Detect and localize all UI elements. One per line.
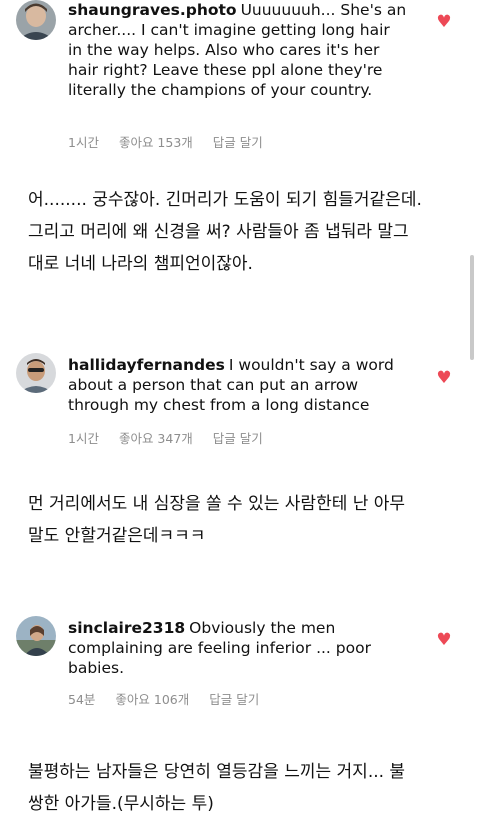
comment-meta: 54분 좋아요 106개 답글 달기 [68, 689, 259, 708]
comment-time: 54분 [68, 692, 96, 707]
comment-meta: 1시간 좋아요 347개 답글 달기 [68, 428, 263, 447]
translation-line: 불평하는 남자들은 당연히 열등감을 느끼는 거지... 불 [28, 762, 406, 782]
reply-button[interactable]: 답글 달기 [213, 132, 263, 151]
translation: 어........ 궁수잖아. 긴머리가 도움이 되기 힘들거같은데. 그리고 … [28, 184, 468, 280]
comment-body: sinclaire2318 Obviously the men complaini… [68, 618, 408, 678]
avatar[interactable] [16, 0, 56, 40]
scrollbar[interactable] [470, 255, 474, 360]
comment-likes[interactable]: 좋아요 106개 [115, 689, 189, 708]
avatar[interactable] [16, 353, 56, 393]
comment-time: 1시간 [68, 135, 99, 150]
comment-likes[interactable]: 좋아요 153개 [119, 132, 193, 151]
translation: 불평하는 남자들은 당연히 열등감을 느끼는 거지... 불 쌍한 아가들.(무… [28, 756, 468, 820]
comment-body: shaungraves.photo Uuuuuuuh... She's an ar… [68, 0, 408, 100]
heart-icon[interactable]: ♥ [436, 14, 452, 31]
translation-line: 쌍한 아가들.(무시하는 투) [28, 794, 214, 814]
comment-time: 1시간 [68, 431, 99, 446]
comment-username[interactable]: shaungraves.photo [68, 1, 237, 19]
translation-line: 어........ 궁수잖아. 긴머리가 도움이 되기 힘들거같은데. [28, 190, 422, 210]
heart-icon[interactable]: ♥ [436, 370, 452, 387]
translation-line: 말도 안할거같은데ㅋㅋㅋ [28, 526, 206, 546]
comment-likes[interactable]: 좋아요 347개 [119, 428, 193, 447]
translation-line: 먼 거리에서도 내 심장을 쏠 수 있는 사람한테 난 아무 [28, 494, 406, 514]
translation-line: 그리고 머리에 왜 신경을 써? 사람들아 좀 냅둬라 말그 [28, 222, 409, 242]
comment-body: hallidayfernandes I wouldn't say a word a… [68, 355, 408, 415]
translation: 먼 거리에서도 내 심장을 쏠 수 있는 사람한테 난 아무 말도 안할거같은데… [28, 488, 468, 552]
avatar[interactable] [16, 616, 56, 656]
comment-username[interactable]: sinclaire2318 [68, 619, 185, 637]
comment-meta: 1시간 좋아요 153개 답글 달기 [68, 132, 263, 151]
reply-button[interactable]: 답글 달기 [209, 689, 259, 708]
comment-username[interactable]: hallidayfernandes [68, 356, 225, 374]
heart-icon[interactable]: ♥ [436, 632, 452, 649]
reply-button[interactable]: 답글 달기 [213, 428, 263, 447]
translation-line: 대로 너네 나라의 챔피언이잖아. [28, 254, 253, 274]
